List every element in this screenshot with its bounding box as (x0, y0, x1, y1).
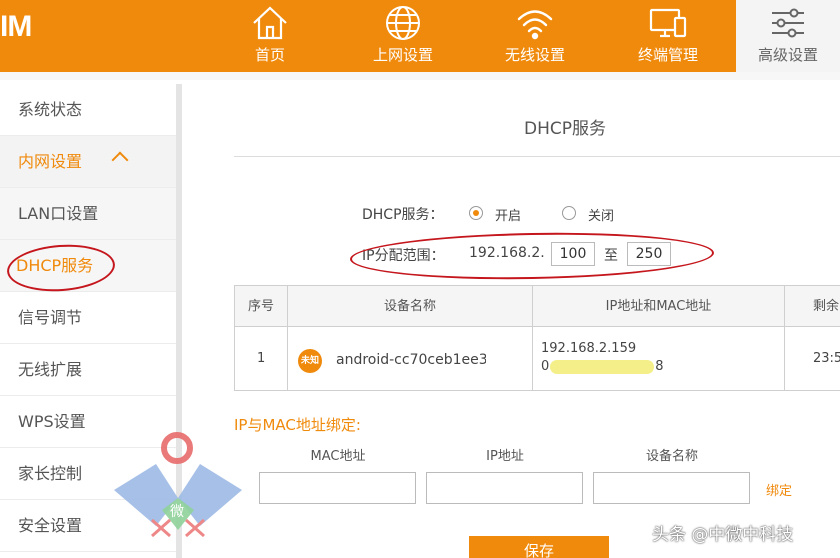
sidebar-item-label: 系统状态 (18, 100, 83, 119)
row-lease-cell: 23:5 (784, 327, 840, 391)
nav-devices-label: 终端管理 (637, 46, 698, 64)
bind-name-input[interactable] (593, 472, 750, 504)
watermark-logo: 微 (114, 432, 242, 538)
row-device-name: android-cc70ceb1ee30 (336, 352, 486, 368)
sidebar-item-label: 安全设置 (18, 516, 83, 535)
bind-name-label: 设备名称 (645, 449, 698, 464)
sidebar-item-lan-settings[interactable]: 内网设置 (0, 136, 176, 188)
page-title: DHCP服务 (524, 119, 606, 139)
sidebar-item-label: WPS设置 (18, 412, 86, 431)
chevron-up-icon (111, 151, 129, 169)
mac-end: 8 (655, 359, 664, 374)
watermark-text: 头条 @中微中科技 (652, 525, 794, 545)
dhcp-off-radio[interactable] (562, 206, 576, 220)
dhcp-service-label: DHCP服务： (362, 207, 444, 223)
bind-mac-input[interactable] (259, 472, 416, 504)
save-button[interactable]: 保存 (469, 536, 609, 558)
ip-mac-binding-title: IP与MAC地址绑定: (234, 416, 361, 434)
sidebar-item-lan-port[interactable]: LAN口设置 (0, 188, 176, 240)
nav-home[interactable]: 首页 (206, 0, 334, 72)
sidebar-item-label: 内网设置 (18, 152, 83, 171)
wifi-icon (517, 10, 553, 40)
sidebar-item-label: 家长控制 (18, 464, 83, 483)
nav-internet-label: 上网设置 (372, 46, 433, 64)
globe-icon (386, 6, 420, 40)
table-row: 1 (234, 327, 287, 391)
devices-icon (649, 8, 687, 38)
nav-advanced-label: 高级设置 (757, 46, 818, 64)
bind-ip-label: IP地址 (486, 449, 524, 464)
bind-ip-input[interactable] (426, 472, 583, 504)
sidebar-item-signal[interactable]: 信号调节 (0, 292, 176, 344)
col-header-index: 序号 (234, 286, 287, 327)
bind-button[interactable]: 绑定 (766, 480, 792, 499)
col-header-ip-mac: IP地址和MAC地址 (532, 286, 784, 327)
row-device-cell: 未知 android-cc70ceb1ee30 (287, 327, 532, 391)
sliders-icon (772, 8, 804, 38)
mac-start: 0 (541, 359, 550, 374)
nav-devices[interactable]: 终端管理 (604, 0, 732, 72)
watermark-logo-glyph: 微 (170, 504, 184, 520)
annotation-ellipse-range (349, 229, 715, 283)
sidebar-item-label: 无线扩展 (18, 360, 83, 379)
nav-internet[interactable]: 上网设置 (339, 0, 467, 72)
row-index: 1 (257, 351, 266, 366)
redaction-highlight (550, 359, 655, 374)
dhcp-on-label: 开启 (495, 209, 522, 224)
sidebar-item-wireless-extend[interactable]: 无线扩展 (0, 344, 176, 396)
col-header-device-name: 设备名称 (287, 286, 532, 327)
nav-wireless[interactable]: 无线设置 (471, 0, 599, 72)
sidebar-item-label: LAN口设置 (18, 204, 99, 223)
row-ip: 192.168.2.159 (541, 341, 637, 356)
nav-advanced[interactable]: 高级设置 (736, 0, 840, 72)
row-ip-mac-cell: 192.168.2.159 08 (532, 327, 784, 391)
sidebar-item-label: 信号调节 (18, 308, 83, 327)
dhcp-on-radio[interactable] (469, 206, 483, 220)
col-header-lease: 剩余 (784, 286, 840, 327)
nav-home-label: 首页 (254, 46, 285, 64)
nav-wireless-label: 无线设置 (504, 46, 565, 64)
bind-mac-label: MAC地址 (310, 449, 366, 464)
sidebar-item-system-status[interactable]: 系统状态 (0, 84, 176, 136)
top-divider (0, 72, 840, 80)
unknown-device-badge: 未知 (298, 349, 322, 373)
brand-logo: IM (0, 10, 32, 43)
home-icon (253, 6, 287, 40)
title-divider (234, 156, 840, 157)
top-nav-bar: IM 首页 上网设置 无线设置 终端管理 高级设置 (0, 0, 840, 72)
row-lease: 23:5 (813, 351, 840, 366)
dhcp-off-label: 关闭 (588, 209, 615, 224)
row-mac: 08 (541, 359, 664, 374)
dhcp-client-table: 序号 设备名称 IP地址和MAC地址 剩余 1 未知 android-cc70c… (234, 285, 840, 391)
